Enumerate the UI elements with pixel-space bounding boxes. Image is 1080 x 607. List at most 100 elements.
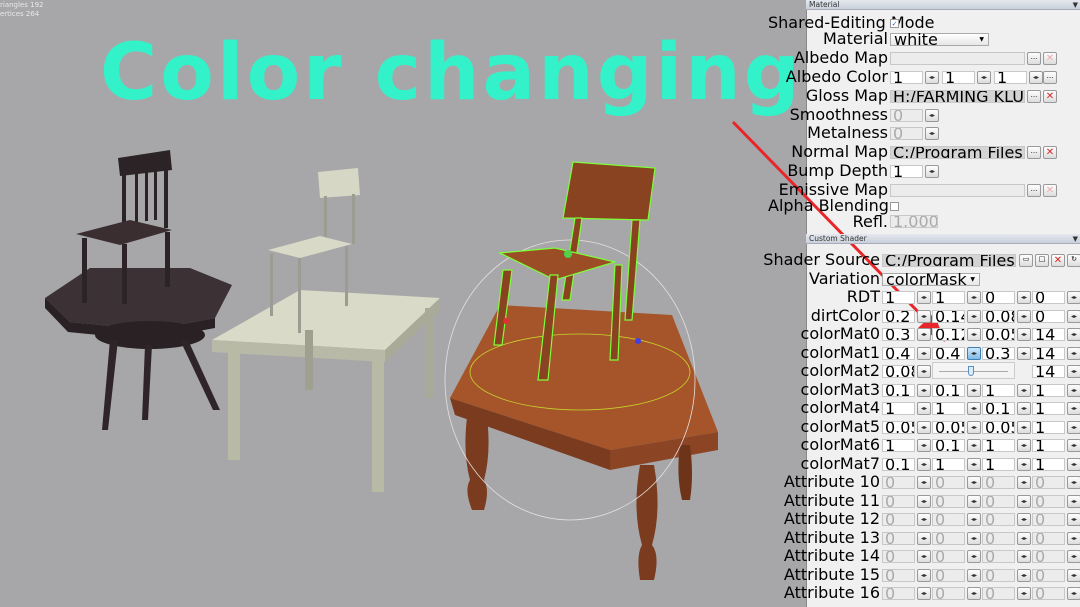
shader-param-spinner[interactable]: ◂▸ xyxy=(917,457,931,471)
shader-param-spinner[interactable]: ◂▸ xyxy=(1067,587,1080,600)
shader-param-field[interactable]: 0 xyxy=(1032,494,1065,508)
shader-param-field[interactable]: 0.3 xyxy=(982,346,1015,360)
bump-depth-field[interactable]: 1 xyxy=(890,165,923,178)
shader-param-spinner[interactable]: ◂▸ xyxy=(967,568,981,582)
shader-param-spinner[interactable]: ◂▸ xyxy=(1017,550,1031,563)
shader-param-spinner[interactable]: ◂▸ xyxy=(917,365,931,378)
shader-param-spinner[interactable]: ◂▸ xyxy=(1067,531,1080,545)
collapse-icon[interactable]: ▼ xyxy=(1073,234,1078,244)
slider-thumb[interactable] xyxy=(967,366,974,376)
shader-param-field[interactable]: 0.4 xyxy=(882,346,915,360)
shader-param-spinner[interactable]: ◂▸ xyxy=(917,476,931,489)
shader-param-field[interactable]: 0.2 xyxy=(882,309,915,323)
3d-viewport[interactable]: riangles 192 ertices 264 Color changing xyxy=(0,0,806,607)
shader-param-spinner[interactable]: ◂▸ xyxy=(1067,439,1080,452)
emissive-map-clear-button[interactable]: ✕ xyxy=(1043,184,1057,197)
shader-param-field[interactable]: 1 xyxy=(1032,420,1065,434)
shader-param-field[interactable]: 0 xyxy=(932,568,965,582)
albedo-color-spinner-0[interactable]: ◂▸ xyxy=(925,71,939,84)
shader-param-spinner[interactable]: ◂▸ xyxy=(967,328,981,341)
shader-param-field[interactable]: 0.12 xyxy=(932,328,965,341)
shader-param-spinner[interactable]: ◂▸ xyxy=(1017,346,1031,360)
shader-param-spinner[interactable]: ◂▸ xyxy=(1067,568,1080,582)
shader-param-field[interactable]: 0 xyxy=(1032,568,1065,582)
shader-param-field[interactable]: 0.05 xyxy=(982,328,1015,341)
new-file-button[interactable]: □ xyxy=(1035,254,1049,267)
custom-shader-section-header[interactable]: Custom Shader ▼ xyxy=(806,234,1080,244)
shader-param-spinner[interactable]: ◂▸ xyxy=(1067,328,1080,341)
shader-param-spinner[interactable]: ◂▸ xyxy=(917,439,931,452)
shader-param-spinner[interactable]: ◂▸ xyxy=(1067,457,1080,471)
shader-param-spinner[interactable]: ◂▸ xyxy=(917,587,931,600)
shader-param-spinner[interactable]: ◂▸ xyxy=(1067,309,1080,323)
remove-shader-button[interactable]: ✕ xyxy=(1051,254,1065,267)
shader-param-spinner[interactable]: ◂▸ xyxy=(967,531,981,545)
emissive-map-browse-button[interactable]: ... xyxy=(1027,184,1041,197)
shader-param-spinner[interactable]: ◂▸ xyxy=(967,550,981,563)
shader-param-field[interactable]: 0 xyxy=(1032,309,1065,323)
shader-param-spinner[interactable]: ◂▸ xyxy=(1067,365,1080,378)
shader-param-spinner[interactable]: ◂▸ xyxy=(1017,587,1031,600)
shader-param-spinner[interactable]: ◂▸ xyxy=(917,531,931,545)
shader-param-field[interactable]: 0 xyxy=(882,494,915,508)
shared-editing-checkbox[interactable]: ✓ xyxy=(890,19,899,28)
albedo-color-spinner-2[interactable]: ◂▸ xyxy=(1029,71,1043,84)
shader-param-field[interactable]: 0 xyxy=(982,531,1015,545)
shader-param-field[interactable]: 1 xyxy=(932,291,965,304)
variation-dropdown[interactable]: colorMask ▼ xyxy=(882,272,980,288)
shader-param-spinner[interactable]: ◂▸ xyxy=(967,309,981,323)
shader-param-spinner[interactable]: ◂▸ xyxy=(1017,494,1031,508)
shader-param-spinner[interactable]: ◂▸ xyxy=(967,420,981,434)
shader-param-field[interactable]: 1 xyxy=(1032,439,1065,452)
shader-param-spinner[interactable]: ◂▸ xyxy=(967,476,981,489)
bump-depth-spinner[interactable]: ◂▸ xyxy=(925,165,939,178)
shader-param-spinner[interactable]: ◂▸ xyxy=(1067,291,1080,304)
shader-param-field[interactable]: 1 xyxy=(1032,457,1065,471)
wooden-table[interactable] xyxy=(450,305,718,580)
shader-param-spinner[interactable]: ◂▸ xyxy=(1017,420,1031,434)
shader-param-field[interactable]: 0 xyxy=(932,476,965,489)
shader-param-spinner[interactable]: ◂▸ xyxy=(1067,346,1080,360)
shader-param-field[interactable]: 0 xyxy=(1032,291,1065,304)
shader-param-field[interactable]: 0.05 xyxy=(932,420,965,434)
metalness-spinner[interactable]: ◂▸ xyxy=(925,127,939,140)
albedo-color-b[interactable]: 1 xyxy=(994,71,1027,84)
shader-param-field[interactable]: 0.1 xyxy=(882,457,915,471)
shader-param-field[interactable]: 1 xyxy=(932,402,965,415)
gloss-map-field[interactable]: H:/FARMING KLUB/nabytek/tableC xyxy=(890,90,1025,103)
shader-param-spinner[interactable]: ◂▸ xyxy=(917,309,931,323)
smoothness-field[interactable]: 0 xyxy=(890,109,923,122)
albedo-map-browse-button[interactable]: ... xyxy=(1027,52,1041,65)
shader-param-field[interactable]: 0 xyxy=(882,550,915,563)
material-dropdown[interactable]: white ▼ xyxy=(890,32,989,48)
shader-param-spinner[interactable]: ◂▸ xyxy=(1017,513,1031,526)
albedo-color-picker-button[interactable]: ... xyxy=(1043,71,1057,84)
shader-param-spinner[interactable]: ◂▸ xyxy=(1067,494,1080,508)
shader-param-spinner[interactable]: ◂▸ xyxy=(967,587,981,600)
shader-param-field[interactable]: 0 xyxy=(882,587,915,600)
albedo-color-r[interactable]: 1 xyxy=(890,71,923,84)
shader-param-spinner[interactable]: ◂▸ xyxy=(917,383,931,397)
shader-param-spinner[interactable]: ◂▸ xyxy=(917,291,931,304)
shader-param-field[interactable]: 0 xyxy=(982,513,1015,526)
shader-param-spinner[interactable]: ◂▸ xyxy=(967,494,981,508)
shader-param-spinner[interactable]: ◂▸ xyxy=(917,568,931,582)
shader-param-field[interactable]: 0 xyxy=(982,291,1015,304)
shader-param-field[interactable]: 0 xyxy=(1032,476,1065,489)
shader-param-field[interactable]: 1 xyxy=(982,439,1015,452)
shader-param-spinner[interactable]: ◂▸ xyxy=(1017,439,1031,452)
shader-param-field[interactable]: 0.1 xyxy=(932,383,965,397)
shader-param-spinner[interactable]: ◂▸ xyxy=(967,457,981,471)
shader-param-spinner[interactable]: ◂▸ xyxy=(1017,309,1031,323)
shader-param-field[interactable]: 0.1 xyxy=(882,383,915,397)
material-section-header[interactable]: Material ▼ xyxy=(806,0,1080,10)
shader-param-spinner[interactable]: ◂▸ xyxy=(917,328,931,341)
shader-param-spinner[interactable]: ◂▸ xyxy=(1017,531,1031,545)
white-table[interactable] xyxy=(212,290,440,492)
shader-param-field[interactable]: 0.4 xyxy=(932,346,965,360)
shader-param-field[interactable]: 0 xyxy=(1032,587,1065,600)
normal-map-field[interactable]: C:/Program Files (x86)/Farming Sim xyxy=(890,146,1025,159)
shader-param-spinner[interactable]: ◂▸ xyxy=(967,383,981,397)
shader-param-spinner[interactable]: ◂▸ xyxy=(1067,383,1080,397)
shader-param-field[interactable]: 0 xyxy=(882,476,915,489)
